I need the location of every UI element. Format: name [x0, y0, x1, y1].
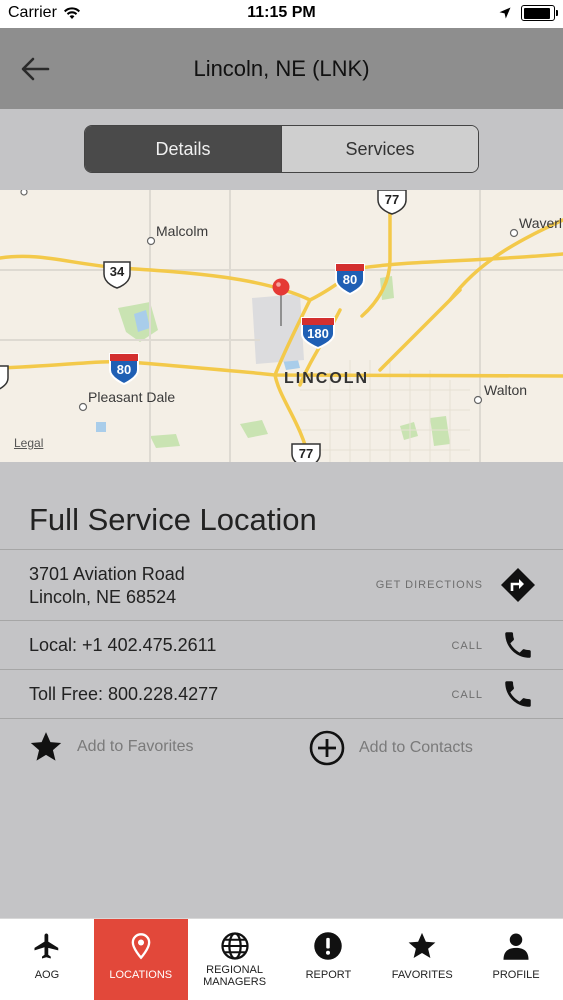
tab-details[interactable]: Details	[85, 126, 281, 172]
tab-locations-label: LOCATIONS	[109, 969, 173, 981]
shield-i180: 180	[307, 326, 329, 341]
map-label-walton: Walton	[484, 382, 528, 398]
call-local-button[interactable]	[499, 626, 537, 664]
address-line2: Lincoln, NE 68524	[29, 587, 177, 607]
person-icon	[503, 933, 529, 960]
call-local-label[interactable]: CALL	[451, 640, 483, 652]
divider	[0, 718, 563, 719]
segmented-control: Details Services	[84, 125, 479, 173]
add-to-contacts-button[interactable]: Add to Contacts	[309, 730, 473, 766]
star-icon	[30, 732, 62, 761]
shield-us77-bottom: 77	[298, 446, 314, 461]
tab-report[interactable]: REPORT	[281, 919, 375, 1000]
directions-label[interactable]: GET DIRECTIONS	[376, 579, 483, 591]
shield-i80-east: 80	[342, 272, 358, 287]
tab-locations[interactable]: LOCATIONS	[93, 919, 188, 1000]
tab-favorites-label: FAVORITES	[391, 969, 453, 981]
tab-favorites[interactable]: FAVORITES	[375, 919, 469, 1000]
tab-bar: AOG LOCATIONS REGIONAL MANAGERS REPORT F…	[0, 918, 563, 1000]
shield-us34: 34	[109, 264, 125, 279]
alert-icon	[314, 932, 343, 960]
star-icon	[408, 932, 436, 958]
tab-services[interactable]: Services	[281, 126, 478, 172]
shield-us77-top: 77	[384, 192, 400, 207]
address-text: 3701 Aviation Road Lincoln, NE 68524	[29, 563, 185, 609]
nav-bar: Lincoln, NE (LNK)	[0, 28, 563, 109]
map-label-malcolm: Malcolm	[156, 223, 209, 239]
map-legal-link[interactable]: Legal	[14, 436, 43, 450]
add-to-favorites-button[interactable]: Add to Favorites	[29, 730, 194, 764]
map-label-pleasant-dale: Pleasant Dale	[88, 389, 176, 405]
map-view[interactable]: Malcolm Waverl Pleasant Dale Walton LINC…	[0, 190, 563, 462]
toll-free-row: Toll Free: 800.228.4277 CALL	[0, 669, 563, 718]
location-details: Full Service Location 3701 Aviation Road…	[0, 462, 563, 918]
phone-icon	[505, 632, 531, 658]
page-title: Lincoln, NE (LNK)	[193, 56, 370, 81]
local-phone-row: Local: +1 402.475.2611 CALL	[0, 620, 563, 669]
globe-icon	[220, 932, 249, 960]
tab-regional-managers[interactable]: REGIONAL MANAGERS	[188, 919, 282, 1000]
status-time: 11:15 PM	[247, 4, 316, 21]
status-right	[499, 5, 558, 21]
call-toll-free-label[interactable]: CALL	[451, 689, 483, 701]
action-row: Add to Favorites Add to Contacts	[0, 720, 563, 780]
tab-profile-label: PROFILE	[492, 969, 540, 981]
local-phone-text: Local: +1 402.475.2611	[29, 635, 217, 655]
address-line1: 3701 Aviation Road	[29, 564, 185, 584]
map-pin-icon	[131, 933, 151, 960]
directions-button[interactable]	[499, 566, 537, 604]
tab-regional-managers-label: REGIONAL MANAGERS	[203, 964, 267, 988]
add-to-contacts-label: Add to Contacts	[359, 739, 473, 756]
location-arrow-icon	[499, 7, 511, 19]
battery-icon	[521, 5, 558, 21]
phone-icon	[505, 681, 531, 707]
map-label-lincoln: LINCOLN	[284, 370, 370, 387]
map-roads	[0, 190, 563, 462]
status-bar: Carrier 11:15 PM	[0, 0, 563, 28]
address-row: 3701 Aviation Road Lincoln, NE 68524 GET…	[0, 549, 563, 620]
airplane-icon	[34, 933, 59, 959]
call-toll-free-button[interactable]	[499, 675, 537, 713]
tab-aog[interactable]: AOG	[0, 919, 94, 1000]
directions-icon	[501, 568, 535, 602]
add-to-favorites-label: Add to Favorites	[77, 738, 194, 755]
tab-profile[interactable]: PROFILE	[469, 919, 563, 1000]
map-label-waverly: Waverl	[519, 215, 563, 231]
segment-area: Details Services	[0, 109, 563, 190]
location-title: Full Service Location	[29, 502, 317, 537]
plus-circle-icon	[309, 730, 345, 766]
battery-fill	[523, 7, 550, 19]
toll-free-text: Toll Free: 800.228.4277	[29, 684, 219, 704]
shield-i80-west: 80	[116, 362, 132, 377]
tab-report-label: REPORT	[305, 969, 352, 981]
tab-aog-label: AOG	[34, 969, 60, 981]
